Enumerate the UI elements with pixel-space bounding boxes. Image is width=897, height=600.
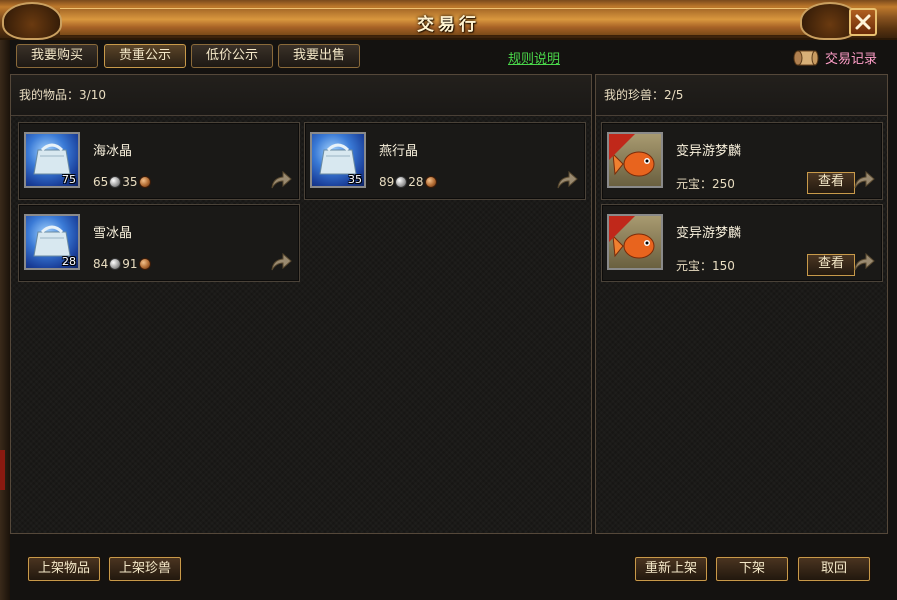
silver-coin-icon	[109, 176, 122, 188]
copper-amount: 35	[122, 175, 138, 189]
yuanbao-label: 元宝：	[676, 259, 713, 273]
goldfish-pet-icon	[607, 214, 663, 270]
item-price: 84 91	[93, 257, 152, 271]
pet-name: 变异游梦麟	[676, 226, 742, 241]
pet-card[interactable]: 变异游梦麟 元宝：250 查看	[601, 122, 883, 200]
copper-coin-icon	[424, 176, 437, 188]
share-arrow-icon[interactable]	[269, 251, 293, 273]
item-quantity: 75	[62, 173, 76, 186]
yuanbao-amount: 250	[712, 177, 735, 191]
my-items-panel: 我的物品：3/10 75 海冰晶 65 35 35 燕行晶 89 28 28 雪…	[10, 74, 592, 534]
silver-amount: 65	[93, 175, 109, 189]
rules-link[interactable]: 规则说明	[508, 48, 560, 67]
tab-buy[interactable]: 我要购买	[16, 44, 98, 68]
view-pet-button[interactable]: 查看	[807, 254, 855, 276]
delist-button[interactable]: 下架	[716, 557, 788, 581]
tab-sell[interactable]: 我要出售	[278, 44, 360, 68]
copper-amount: 28	[408, 175, 424, 189]
my-pets-header: 我的珍兽：2/5	[596, 75, 887, 116]
my-pets-count: 2/5	[664, 88, 684, 102]
scroll-icon	[793, 50, 819, 66]
ice-crystal-bag-icon: 35	[310, 132, 366, 188]
retrieve-button[interactable]: 取回	[798, 557, 870, 581]
close-icon	[855, 14, 871, 30]
pet-name: 变异游梦麟	[676, 144, 742, 159]
my-items-count: 3/10	[79, 88, 106, 102]
my-pets-panel: 我的珍兽：2/5 变异游梦麟 元宝：250 查看 变异游梦麟 元宝：150 查看	[595, 74, 888, 534]
item-name: 雪冰晶	[93, 226, 133, 241]
silver-coin-icon	[109, 258, 122, 270]
tab-valuable-notice[interactable]: 贵重公示	[104, 44, 186, 68]
window-title: 交易行	[417, 15, 480, 35]
pet-price: 元宝：250	[676, 175, 735, 192]
relist-button[interactable]: 重新上架	[635, 557, 707, 581]
copper-coin-icon	[138, 176, 151, 188]
ice-crystal-bag-icon: 28	[24, 214, 80, 270]
yuanbao-label: 元宝：	[676, 177, 713, 191]
item-quantity: 35	[348, 173, 362, 186]
pet-card[interactable]: 变异游梦麟 元宝：150 查看	[601, 204, 883, 282]
my-items-header: 我的物品：3/10	[11, 75, 591, 116]
copper-coin-icon	[138, 258, 151, 270]
ice-crystal-bag-icon: 75	[24, 132, 80, 188]
list-item-button[interactable]: 上架物品	[28, 557, 100, 581]
my-items-label: 我的物品：	[19, 88, 80, 102]
pet-price: 元宝：150	[676, 257, 735, 274]
item-card[interactable]: 75 海冰晶 65 35	[18, 122, 300, 200]
tab-lowprice-notice[interactable]: 低价公示	[191, 44, 273, 68]
item-card[interactable]: 35 燕行晶 89 28	[304, 122, 586, 200]
trade-record-button[interactable]: 交易记录	[793, 44, 877, 70]
window-left-edge	[0, 40, 10, 600]
silver-coin-icon	[395, 176, 408, 188]
share-arrow-icon[interactable]	[269, 169, 293, 191]
trade-record-label: 交易记录	[825, 51, 878, 67]
list-pet-button[interactable]: 上架珍兽	[109, 557, 181, 581]
share-arrow-icon[interactable]	[852, 169, 876, 191]
share-arrow-icon[interactable]	[852, 251, 876, 273]
item-quantity: 28	[62, 255, 76, 268]
copper-amount: 91	[122, 257, 138, 271]
silver-amount: 84	[93, 257, 109, 271]
item-price: 89 28	[379, 175, 438, 189]
title-bar: 交易行	[0, 0, 897, 40]
view-pet-button[interactable]: 查看	[807, 172, 855, 194]
item-name: 海冰晶	[93, 144, 133, 159]
yuanbao-amount: 150	[712, 259, 735, 273]
item-price: 65 35	[93, 175, 152, 189]
item-card[interactable]: 28 雪冰晶 84 91	[18, 204, 300, 282]
my-pets-label: 我的珍兽：	[604, 88, 665, 102]
close-button[interactable]	[849, 8, 877, 36]
item-name: 燕行晶	[379, 144, 419, 159]
goldfish-pet-icon	[607, 132, 663, 188]
share-arrow-icon[interactable]	[555, 169, 579, 191]
silver-amount: 89	[379, 175, 395, 189]
